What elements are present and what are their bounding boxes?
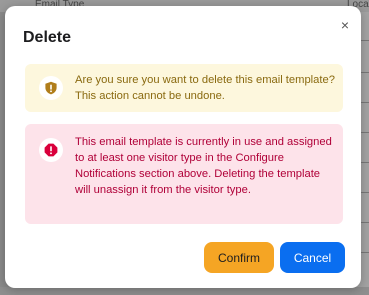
shield-exclamation-icon — [39, 76, 63, 100]
warning-alert: Are you sure you want to delete this ema… — [25, 64, 343, 112]
close-icon: × — [340, 17, 350, 33]
warning-text: Are you sure you want to delete this ema… — [75, 74, 335, 102]
close-button[interactable]: × — [337, 17, 353, 33]
dialog-title: Delete — [23, 29, 72, 46]
danger-text: This email template is currently in use … — [75, 136, 332, 196]
delete-dialog: Delete × Are you sure you want to delete… — [5, 6, 361, 288]
octagon-exclamation-icon — [39, 138, 63, 162]
danger-alert: This email template is currently in use … — [25, 124, 343, 224]
cancel-button[interactable]: Cancel — [280, 242, 345, 273]
confirm-button[interactable]: Confirm — [204, 242, 274, 273]
background-footer — [0, 287, 369, 295]
